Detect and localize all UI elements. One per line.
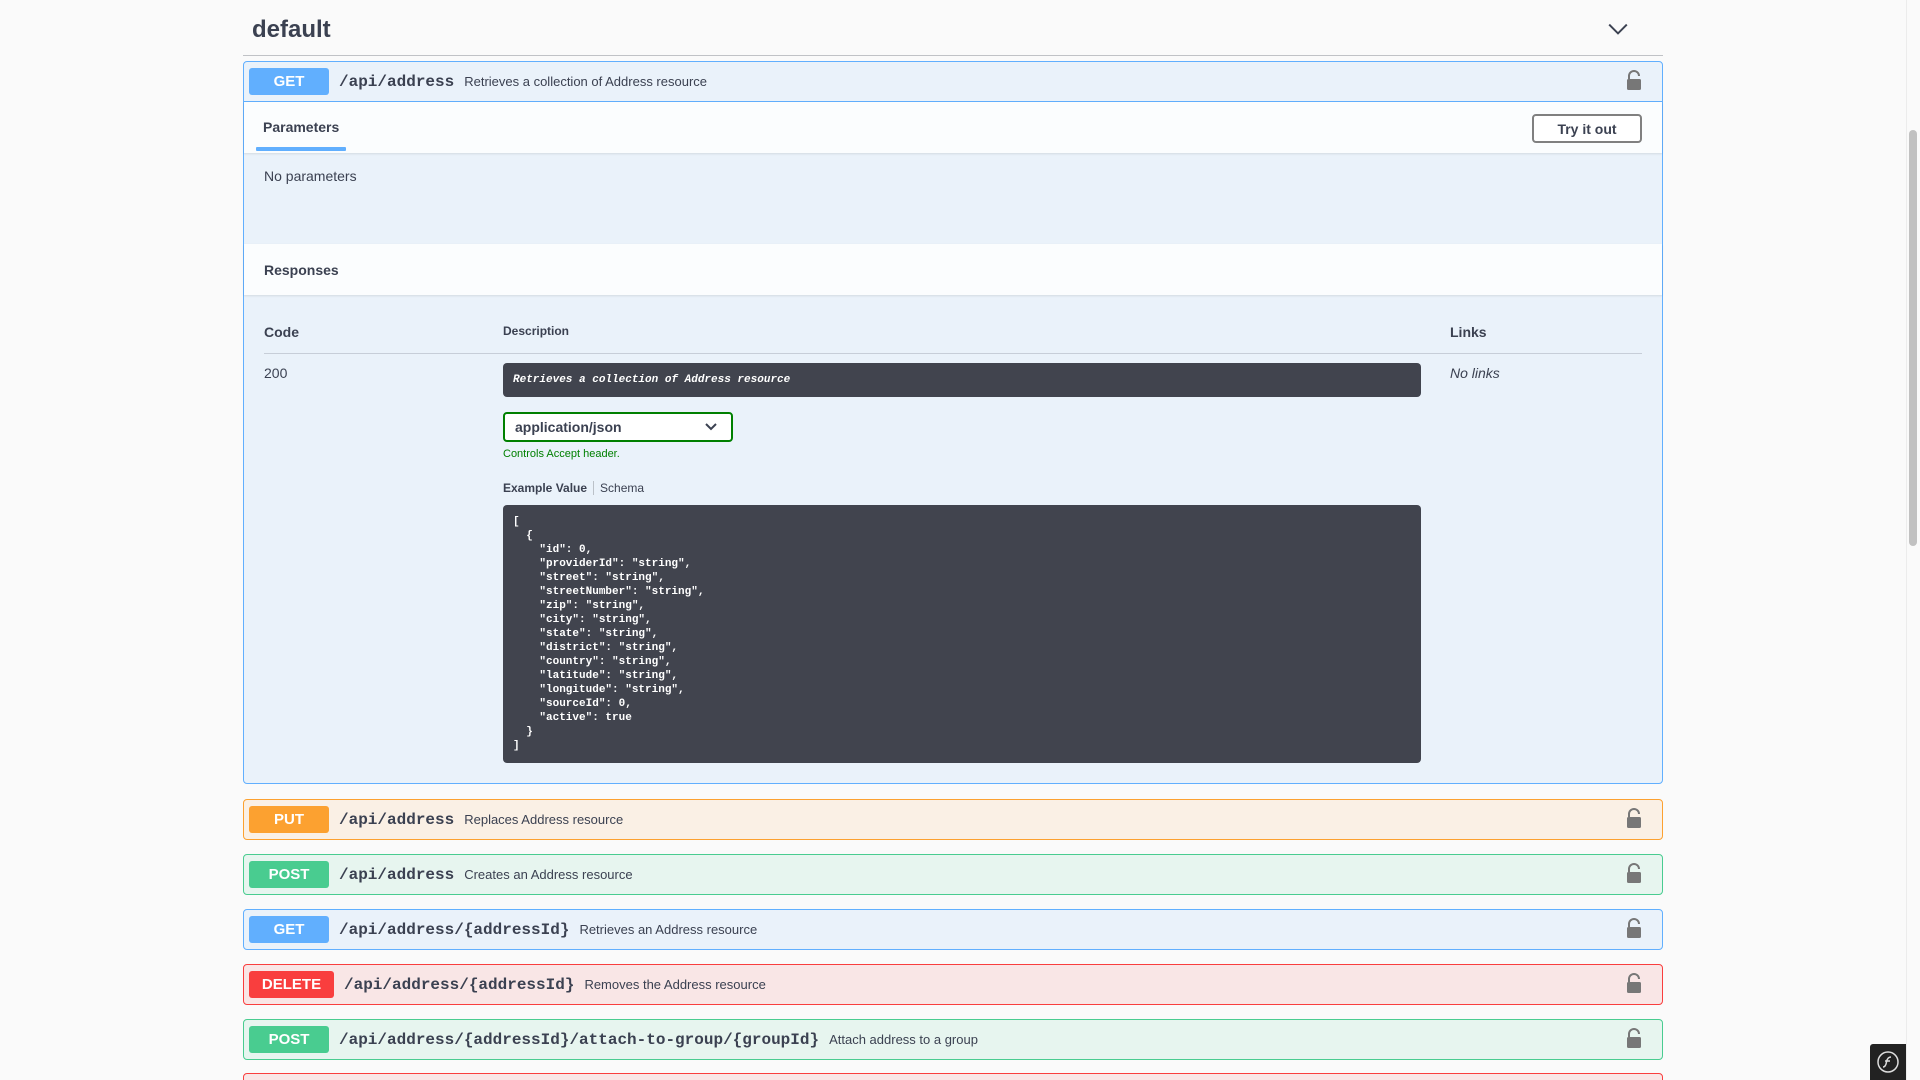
parameters-header: Parameters Try it out bbox=[244, 102, 1662, 153]
response-links: No links bbox=[1450, 365, 1500, 381]
lock-icon[interactable] bbox=[1624, 918, 1644, 940]
column-header-links: Links bbox=[1450, 324, 1487, 340]
operation-path: /api/address bbox=[339, 72, 455, 91]
no-parameters-text: No parameters bbox=[264, 168, 357, 184]
tab-example-value[interactable]: Example Value bbox=[503, 481, 587, 495]
operation-path: /api/address/{addressId}/attach-to-group… bbox=[339, 1030, 820, 1049]
opblock-get-address-by-id: GET /api/address/{addressId} Retrieves a… bbox=[243, 909, 1663, 950]
swagger-page: default GET /api/address Retrieves a col… bbox=[0, 0, 1906, 1080]
media-type-value: application/json bbox=[515, 419, 622, 435]
method-badge: POST bbox=[249, 1026, 329, 1053]
vertical-scrollbar[interactable] bbox=[1906, 0, 1920, 1080]
chevron-down-icon bbox=[705, 423, 717, 431]
example-value-code: [ { "id": 0, "providerId": "string", "st… bbox=[503, 505, 1421, 763]
operation-summary: Creates an Address resource bbox=[464, 867, 633, 882]
symfony-logo-icon bbox=[1877, 1051, 1899, 1073]
opblock-body: Parameters Try it out No parameters Resp… bbox=[244, 101, 1662, 783]
symfony-toolbar-icon[interactable] bbox=[1870, 1044, 1906, 1080]
opblock-summary[interactable]: POST /api/address Creates an Address res… bbox=[244, 855, 1662, 894]
method-badge: GET bbox=[249, 68, 329, 95]
response-code: 200 bbox=[264, 365, 288, 381]
opblock-summary[interactable]: DELETE /api/address/{addressId} Removes … bbox=[244, 965, 1662, 1004]
controls-accept-note: Controls Accept header. bbox=[503, 448, 620, 460]
lock-icon[interactable] bbox=[1624, 863, 1644, 885]
try-it-out-button[interactable]: Try it out bbox=[1532, 114, 1642, 143]
lock-icon[interactable] bbox=[1624, 70, 1644, 92]
opblock-summary[interactable]: GET /api/address/{addressId} Retrieves a… bbox=[244, 910, 1662, 949]
opblock-next-partial bbox=[243, 1073, 1663, 1080]
opblock-post-address: POST /api/address Creates an Address res… bbox=[243, 854, 1663, 895]
column-header-description: Description bbox=[503, 324, 570, 338]
response-description: Retrieves a collection of Address resour… bbox=[503, 363, 1421, 397]
opblock-get-address-collection: GET /api/address Retrieves a collection … bbox=[243, 61, 1663, 784]
opblock-summary[interactable]: PUT /api/address Replaces Address resour… bbox=[244, 800, 1662, 839]
opblock-put-address: PUT /api/address Replaces Address resour… bbox=[243, 799, 1663, 840]
operation-path: /api/address/{addressId} bbox=[339, 920, 570, 939]
responses-title: Responses bbox=[244, 244, 1662, 295]
operation-summary: Retrieves an Address resource bbox=[579, 922, 758, 937]
operation-summary: Attach address to a group bbox=[829, 1032, 978, 1047]
operation-path: /api/address bbox=[339, 865, 455, 884]
operation-summary: Replaces Address resource bbox=[464, 812, 624, 827]
responses-table: Code Description Links 200 Retrieves a c… bbox=[244, 295, 1662, 783]
tab-schema[interactable]: Schema bbox=[600, 481, 644, 495]
lock-icon[interactable] bbox=[1624, 1028, 1644, 1050]
chevron-down-icon[interactable] bbox=[1607, 18, 1629, 40]
column-header-code: Code bbox=[264, 324, 299, 340]
operation-path: /api/address/{addressId} bbox=[344, 975, 575, 994]
opblock-delete-address: DELETE /api/address/{addressId} Removes … bbox=[243, 964, 1663, 1005]
operation-summary: Removes the Address resource bbox=[584, 977, 766, 992]
operation-summary: Retrieves a collection of Address resour… bbox=[464, 74, 708, 89]
media-type-select[interactable]: application/json bbox=[503, 412, 733, 442]
operation-path: /api/address bbox=[339, 810, 455, 829]
tab-parameters[interactable]: Parameters bbox=[256, 102, 347, 151]
method-badge: DELETE bbox=[249, 971, 334, 998]
tag-title: default bbox=[252, 15, 331, 43]
tag-section-header[interactable]: default bbox=[243, 4, 1663, 56]
opblock-post-attach-to-group: POST /api/address/{addressId}/attach-to-… bbox=[243, 1019, 1663, 1060]
table-divider bbox=[264, 353, 1642, 354]
opblock-summary[interactable]: GET /api/address Retrieves a collection … bbox=[244, 62, 1662, 101]
method-badge: PUT bbox=[249, 806, 329, 833]
method-badge: POST bbox=[249, 861, 329, 888]
opblock-summary[interactable]: POST /api/address/{addressId}/attach-to-… bbox=[244, 1020, 1662, 1059]
method-badge: GET bbox=[249, 916, 329, 943]
lock-icon[interactable] bbox=[1624, 973, 1644, 995]
example-tabs: Example Value Schema bbox=[503, 481, 644, 495]
scrollbar-thumb[interactable] bbox=[1909, 130, 1917, 546]
lock-icon[interactable] bbox=[1624, 808, 1644, 830]
tab-separator bbox=[593, 481, 595, 495]
